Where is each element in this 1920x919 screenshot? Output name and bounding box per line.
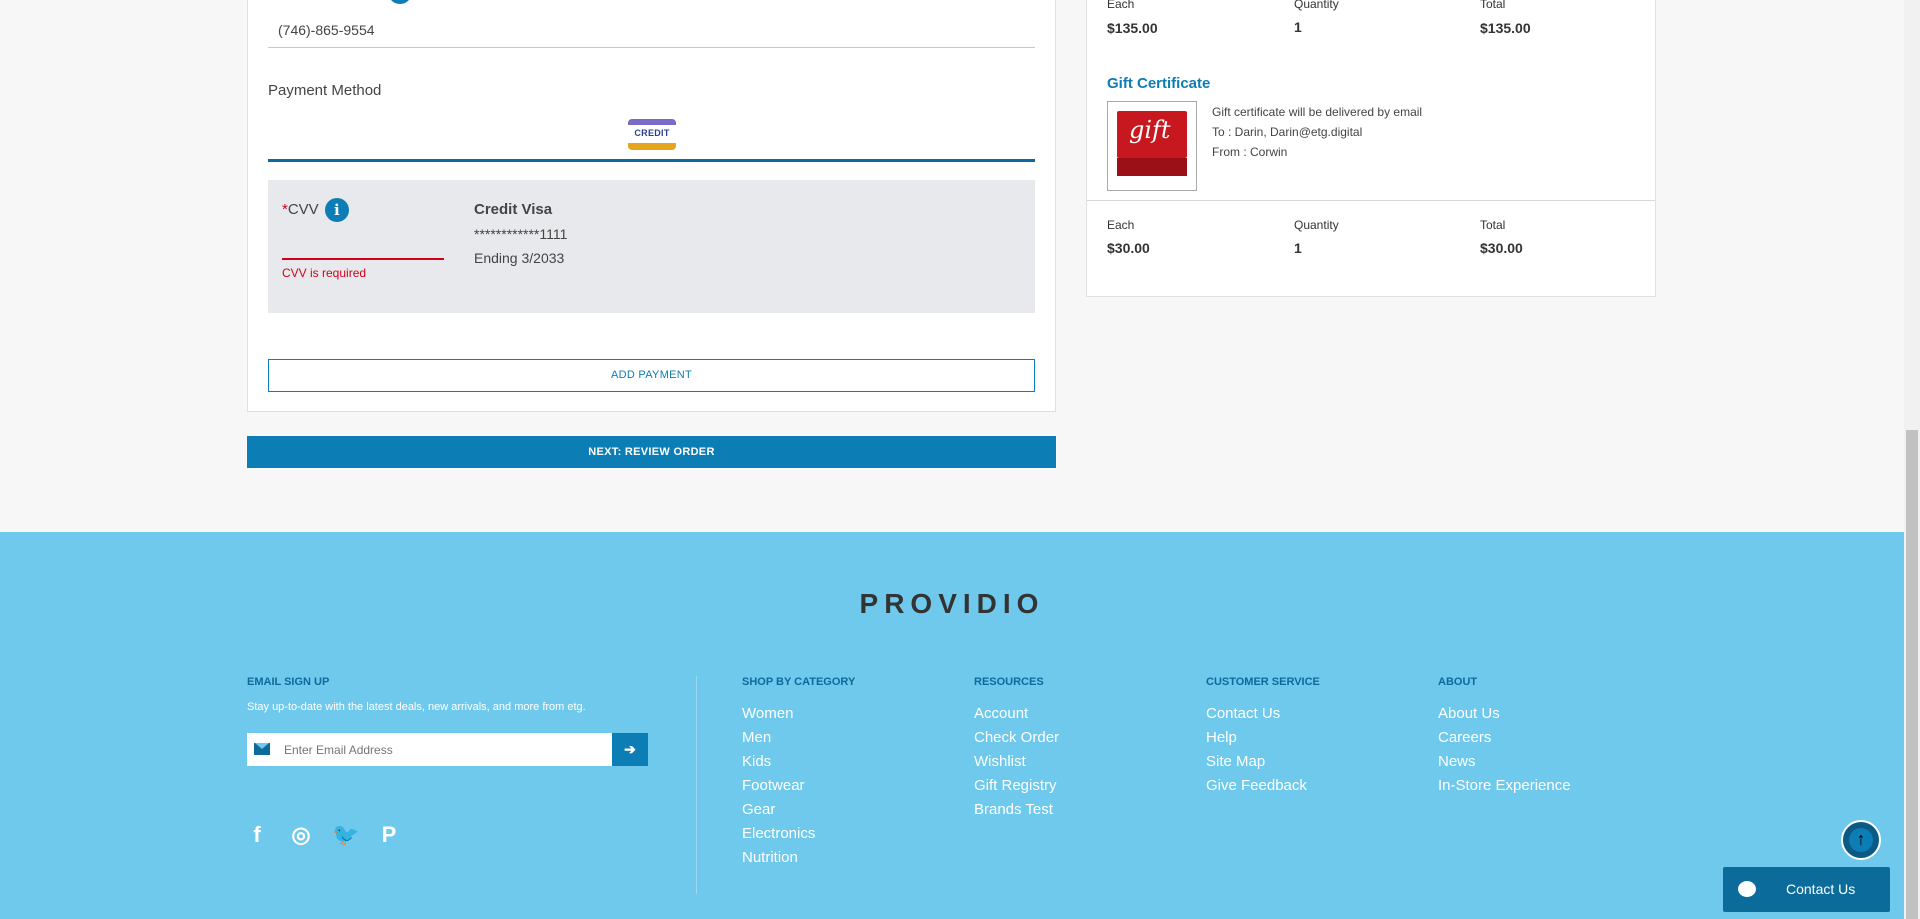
credit-card-tab[interactable]: CREDIT xyxy=(628,119,676,150)
footer-link-account[interactable]: Account xyxy=(974,702,1059,726)
card-number: ************1111 xyxy=(474,226,568,242)
footer-link-help[interactable]: Help xyxy=(1206,726,1320,750)
footer-column-about: ABOUT About Us Careers News In-Store Exp… xyxy=(1438,676,1571,798)
credit-tab-top-stripe xyxy=(628,119,676,125)
add-payment-button[interactable]: ADD PAYMENT xyxy=(268,359,1035,392)
item2-total-label: Total xyxy=(1480,218,1506,232)
email-input[interactable] xyxy=(284,733,604,766)
footer-column-heading: CUSTOMER SERVICE xyxy=(1206,676,1320,688)
order-summary: Each $135.00 Quantity 1 Total $135.00 Gi… xyxy=(1086,0,1656,297)
gift-card-graphic: gift xyxy=(1117,111,1187,158)
email-signup-description: Stay up-to-date with the latest deals, n… xyxy=(247,701,586,713)
footer-column-shop: SHOP BY CATEGORY Women Men Kids Footwear… xyxy=(742,676,855,870)
chat-button-label: Contact Us xyxy=(1786,881,1856,897)
contact-us-chat-button[interactable]: Contact Us xyxy=(1723,867,1890,919)
footer-link-wishlist[interactable]: Wishlist xyxy=(974,750,1059,774)
cvv-info-icon[interactable]: i xyxy=(324,198,349,222)
footer-link-check-order[interactable]: Check Order xyxy=(974,726,1059,750)
email-signup-heading: EMAIL SIGN UP xyxy=(247,676,330,688)
gift-recipient: To : Darin, Darin@etg.digital xyxy=(1212,125,1363,139)
gift-card-graphic-base xyxy=(1117,158,1187,176)
footer-link-news[interactable]: News xyxy=(1438,750,1571,774)
item1-each-label: Each xyxy=(1107,0,1135,11)
cvv-input[interactable] xyxy=(282,226,444,260)
payment-section: (746)-865-9554 Payment Method CREDIT *CV… xyxy=(247,0,1056,412)
gift-certificate-image: gift xyxy=(1107,101,1197,191)
item1-each-value: $135.00 xyxy=(1107,20,1158,36)
facebook-icon[interactable]: f xyxy=(244,822,270,848)
item2-each-value: $30.00 xyxy=(1107,240,1150,256)
footer-link-footwear[interactable]: Footwear xyxy=(742,774,855,798)
footer-link-electronics[interactable]: Electronics xyxy=(742,822,855,846)
item1-qty-value: 1 xyxy=(1294,19,1302,35)
item1-qty-label: Quantity xyxy=(1294,0,1339,11)
footer-link-nutrition[interactable]: Nutrition xyxy=(742,846,855,870)
gift-certificate-title[interactable]: Gift Certificate xyxy=(1107,75,1210,92)
phone-field[interactable]: (746)-865-9554 xyxy=(268,0,1035,48)
footer-link-women[interactable]: Women xyxy=(742,702,855,726)
saved-card-info: Credit Visa ************1111 Ending 3/20… xyxy=(474,198,567,270)
item2-qty-label: Quantity xyxy=(1294,218,1339,232)
footer-column-heading: RESOURCES xyxy=(974,676,1044,688)
next-review-order-button[interactable]: NEXT: REVIEW ORDER xyxy=(247,436,1056,468)
footer-link-gear[interactable]: Gear xyxy=(742,798,855,822)
footer-link-contact-us[interactable]: Contact Us xyxy=(1206,702,1320,726)
card-expiry: Ending 3/2033 xyxy=(474,250,565,266)
credit-tab-bottom-stripe xyxy=(628,143,676,150)
item1-total-value: $135.00 xyxy=(1480,20,1531,36)
scroll-to-top-button[interactable]: ↑ xyxy=(1841,820,1881,860)
footer-divider xyxy=(696,676,697,894)
social-links: f ◎ 🐦 P xyxy=(244,822,402,848)
footer-link-about-us[interactable]: About Us xyxy=(1438,702,1571,726)
email-submit-button[interactable]: ➔ xyxy=(612,733,648,766)
scrollbar-thumb[interactable] xyxy=(1906,430,1918,919)
site-footer: PROVIDIO EMAIL SIGN UP Stay up-to-date w… xyxy=(0,532,1904,919)
cvv-error-message: CVV is required xyxy=(282,266,367,280)
footer-link-brands-test[interactable]: Brands Test xyxy=(974,798,1059,822)
twitter-icon[interactable]: 🐦 xyxy=(332,822,359,848)
footer-link-gift-registry[interactable]: Gift Registry xyxy=(974,774,1059,798)
item2-each-label: Each xyxy=(1107,218,1135,232)
footer-link-in-store-experience[interactable]: In-Store Experience xyxy=(1438,774,1571,798)
summary-divider xyxy=(1087,200,1655,201)
footer-column-heading: SHOP BY CATEGORY xyxy=(742,676,856,688)
payment-method-title: Payment Method xyxy=(268,82,382,99)
payment-method-tabs: CREDIT xyxy=(268,110,1035,162)
footer-link-site-map[interactable]: Site Map xyxy=(1206,750,1320,774)
item2-total-value: $30.00 xyxy=(1480,240,1523,256)
cvv-label-text: CVV xyxy=(287,200,319,218)
gift-sender: From : Corwin xyxy=(1212,145,1288,159)
card-type: Credit Visa xyxy=(474,201,553,218)
email-signup-form: ➔ xyxy=(247,733,648,766)
item2-qty-value: 1 xyxy=(1294,240,1302,256)
item1-total-label: Total xyxy=(1480,0,1506,11)
footer-link-careers[interactable]: Careers xyxy=(1438,726,1571,750)
instagram-icon[interactable]: ◎ xyxy=(288,822,314,848)
gift-card-graphic-text: gift xyxy=(1129,116,1171,144)
saved-card-panel: *CVV i CVV is required Credit Visa *****… xyxy=(268,180,1035,313)
footer-link-men[interactable]: Men xyxy=(742,726,855,750)
gift-delivery-note: Gift certificate will be delivered by em… xyxy=(1212,105,1423,119)
footer-column-customer-service: CUSTOMER SERVICE Contact Us Help Site Ma… xyxy=(1206,676,1320,798)
footer-brand-logo[interactable]: PROVIDIO xyxy=(0,588,1904,620)
credit-tab-label: CREDIT xyxy=(634,128,670,138)
cvv-label: *CVV i xyxy=(282,198,349,222)
chat-bubble-icon xyxy=(1738,876,1756,919)
footer-link-kids[interactable]: Kids xyxy=(742,750,855,774)
phone-value: (746)-865-9554 xyxy=(278,22,375,38)
arrow-up-icon: ↑ xyxy=(1849,828,1873,852)
gift-certificate-details: Gift certificate will be delivered by em… xyxy=(1212,102,1422,162)
footer-column-heading: ABOUT xyxy=(1438,676,1478,688)
mail-icon xyxy=(254,743,270,755)
pinterest-icon[interactable]: P xyxy=(376,822,402,848)
phone-info-icon[interactable] xyxy=(388,0,412,4)
footer-column-resources: RESOURCES Account Check Order Wishlist G… xyxy=(974,676,1059,822)
footer-link-give-feedback[interactable]: Give Feedback xyxy=(1206,774,1320,798)
